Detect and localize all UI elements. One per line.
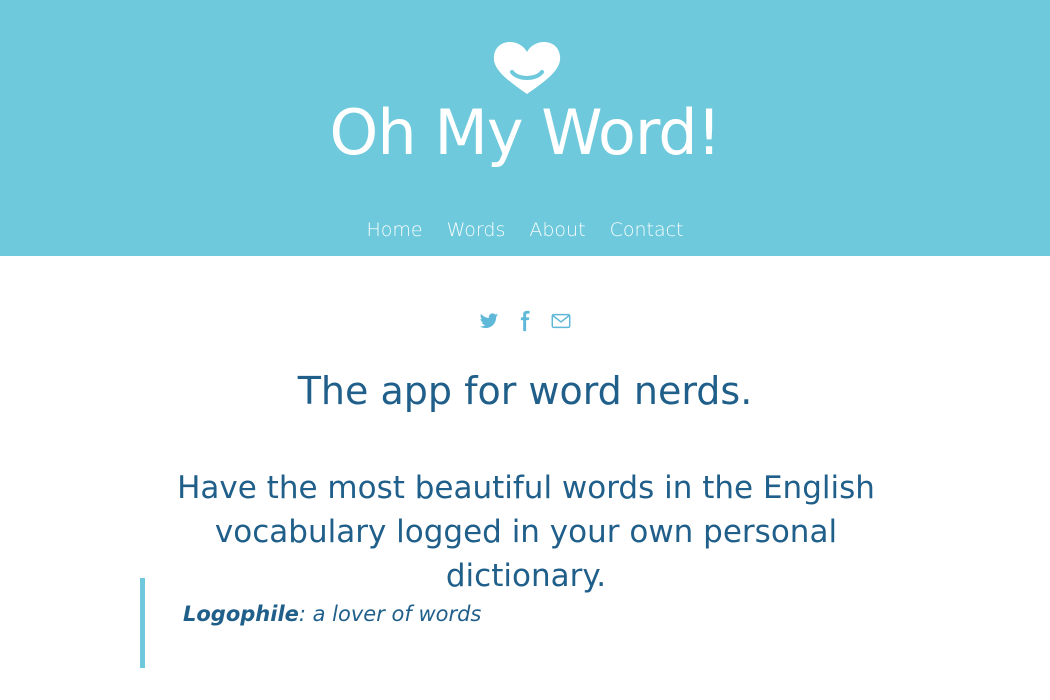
social-links bbox=[0, 310, 1050, 332]
nav-about[interactable]: About bbox=[529, 210, 585, 250]
quote-term: Logophile bbox=[183, 602, 299, 626]
nav-contact[interactable]: Contact bbox=[610, 210, 684, 250]
email-icon[interactable] bbox=[550, 310, 572, 332]
quote-definition: : a lover of words bbox=[298, 602, 482, 626]
site-header: Oh My Word! Home Words About Contact bbox=[0, 0, 1050, 256]
twitter-icon[interactable] bbox=[478, 310, 500, 332]
main-nav: Home Words About Contact bbox=[0, 210, 1050, 250]
heart-icon[interactable] bbox=[490, 36, 564, 96]
definition-quote: Logophile: a lover of words bbox=[140, 578, 820, 668]
page-title: The app for word nerds. bbox=[297, 369, 753, 413]
logo-text[interactable]: Oh My Word! bbox=[0, 88, 1050, 178]
quote-text: Logophile: a lover of words bbox=[183, 602, 481, 626]
facebook-icon[interactable] bbox=[514, 310, 536, 332]
nav-words[interactable]: Words bbox=[447, 210, 506, 250]
nav-home[interactable]: Home bbox=[367, 210, 423, 250]
